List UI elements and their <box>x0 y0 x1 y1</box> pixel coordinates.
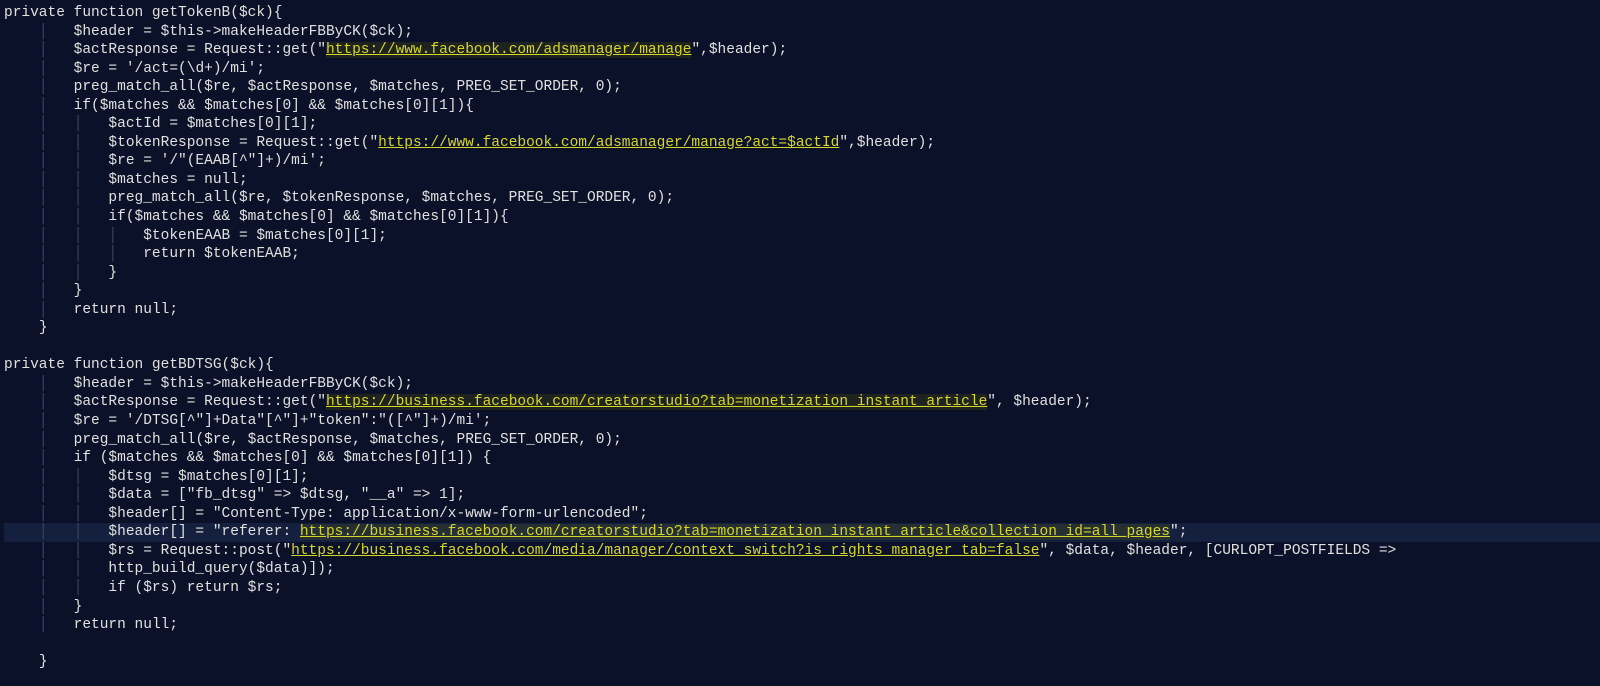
code-line[interactable]: │ } <box>4 598 1600 617</box>
code-line[interactable]: │ │ $re = '/"(EAAB[^"]+)/mi'; <box>4 152 1600 171</box>
url-link[interactable]: https://www.facebook.com/adsmanager/mana… <box>326 42 691 58</box>
code-line[interactable]: │ return null; <box>4 616 1600 635</box>
code-line[interactable]: │ │ $data = ["fb_dtsg" => $dtsg, "__a" =… <box>4 486 1600 505</box>
code-line[interactable]: │ │ $dtsg = $matches[0][1]; <box>4 468 1600 487</box>
url-link[interactable]: https://business.facebook.com/creatorstu… <box>300 524 674 540</box>
code-line[interactable]: │ │ preg_match_all($re, $tokenResponse, … <box>4 189 1600 208</box>
code-line[interactable]: │ return null; <box>4 301 1600 320</box>
code-editor-viewport[interactable]: private function getTokenB($ck){ │ $head… <box>0 0 1600 686</box>
code-line[interactable]: │ │ $matches = null; <box>4 171 1600 190</box>
code-line[interactable]: │ │ if ($rs) return $rs; <box>4 579 1600 598</box>
code-line[interactable]: │ │ $tokenResponse = Request::get("https… <box>4 134 1600 153</box>
code-line[interactable]: │ $re = '/DTSG[^"]+Data"[^"]+"token":"([… <box>4 412 1600 431</box>
code-line[interactable]: │ │ http_build_query($data)]); <box>4 560 1600 579</box>
code-line[interactable]: │ if ($matches && $matches[0] && $matche… <box>4 449 1600 468</box>
code-line[interactable]: │ $actResponse = Request::get("https://w… <box>4 41 1600 60</box>
code-line[interactable]: │ │ $header[] = "referer: https://busine… <box>4 523 1600 542</box>
code-line[interactable] <box>4 635 1600 654</box>
code-line[interactable]: │ │ $actId = $matches[0][1]; <box>4 115 1600 134</box>
code-line[interactable]: │ preg_match_all($re, $actResponse, $mat… <box>4 78 1600 97</box>
code-line[interactable]: │ $re = '/act=(\d+)/mi'; <box>4 60 1600 79</box>
url-link[interactable]: https://business.facebook.com/media/mana… <box>291 543 1039 559</box>
url-link[interactable]: https://www.facebook.com/adsmanager/mana… <box>378 135 839 151</box>
code-line[interactable]: │ │ │ return $tokenEAAB; <box>4 245 1600 264</box>
code-line[interactable]: │ │ if($matches && $matches[0] && $match… <box>4 208 1600 227</box>
code-line[interactable]: │ if($matches && $matches[0] && $matches… <box>4 97 1600 116</box>
code-line[interactable]: private function getBDTSG($ck){ <box>4 356 1600 375</box>
code-line[interactable]: │ │ $header[] = "Content-Type: applicati… <box>4 505 1600 524</box>
code-line[interactable]: │ │ } <box>4 264 1600 283</box>
code-line[interactable]: │ preg_match_all($re, $actResponse, $mat… <box>4 431 1600 450</box>
code-line[interactable]: │ │ $rs = Request::post("https://busines… <box>4 542 1600 561</box>
code-line[interactable]: } <box>4 319 1600 338</box>
url-link[interactable]: https://business.facebook.com/creatorstu… <box>326 394 987 410</box>
code-line[interactable]: private function getTokenB($ck){ <box>4 4 1600 23</box>
code-line[interactable]: │ │ │ $tokenEAAB = $matches[0][1]; <box>4 227 1600 246</box>
code-line[interactable] <box>4 338 1600 357</box>
code-line[interactable]: │ } <box>4 282 1600 301</box>
code-line[interactable]: } <box>4 653 1600 672</box>
code-line[interactable]: │ $header = $this->makeHeaderFBByCK($ck)… <box>4 375 1600 394</box>
code-line[interactable]: │ $actResponse = Request::get("https://b… <box>4 393 1600 412</box>
code-line[interactable]: │ $header = $this->makeHeaderFBByCK($ck)… <box>4 23 1600 42</box>
